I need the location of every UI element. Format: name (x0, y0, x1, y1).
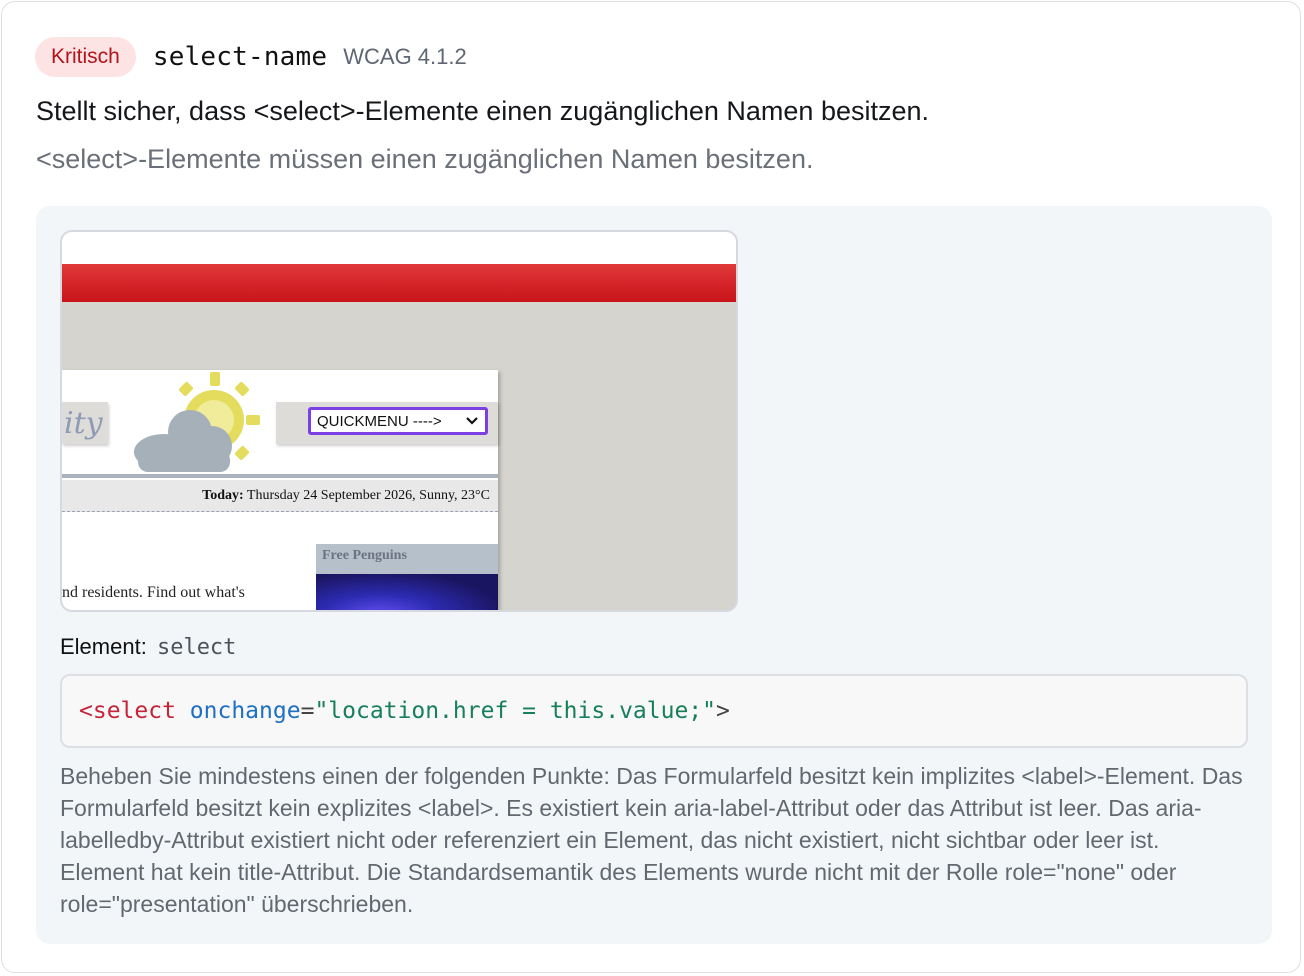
quickmenu-container: QUICKMENU ----> (276, 402, 498, 444)
element-selector: select (156, 635, 237, 660)
screenshot-red-banner (62, 264, 736, 302)
screenshot-divider (62, 474, 498, 478)
fix-instructions: Beheben Sie mindestens einen der folgend… (60, 763, 1243, 917)
quickmenu-select[interactable]: QUICKMENU ----> (308, 407, 488, 435)
screenshot-today-strip: Today: Thursday 24 September 2026, Sunny… (62, 480, 498, 512)
screenshot-logo: ity (62, 402, 108, 444)
screenshot-penguins-box: Free Penguins (316, 544, 498, 610)
rule-header: Kritisch select-name WCAG 4.1.2 (35, 36, 467, 78)
penguins-image (316, 574, 498, 610)
element-html-snippet: <select onchange="location.href = this.v… (60, 674, 1248, 748)
element-screenshot: ity QUICKMENU ----> Today: Thursday 24 S… (60, 230, 738, 612)
impact-badge: Kritisch (35, 37, 136, 77)
sun-cloud-icon (134, 372, 260, 472)
violation-detail-panel: ity QUICKMENU ----> Today: Thursday 24 S… (36, 206, 1272, 944)
rule-id: select-name (152, 42, 328, 72)
rule-card: Kritisch select-name WCAG 4.1.2 Stellt s… (1, 1, 1301, 973)
chevron-down-icon (466, 417, 478, 425)
element-label: Element: (60, 634, 147, 659)
screenshot-residents-text: nd residents. Find out what's (62, 584, 245, 601)
penguins-title: Free Penguins (322, 548, 407, 563)
element-info: Element: select (60, 634, 236, 660)
screenshot-top-bar (62, 232, 736, 264)
quickmenu-select-value: QUICKMENU ----> (317, 412, 442, 430)
rule-description: Stellt sicher, dass <select>-Elemente ei… (36, 96, 930, 126)
screenshot-page: ity QUICKMENU ----> Today: Thursday 24 S… (62, 370, 498, 610)
rule-help: <select>-Elemente müssen einen zugänglic… (36, 144, 814, 174)
wcag-reference: WCAG 4.1.2 (343, 44, 467, 69)
